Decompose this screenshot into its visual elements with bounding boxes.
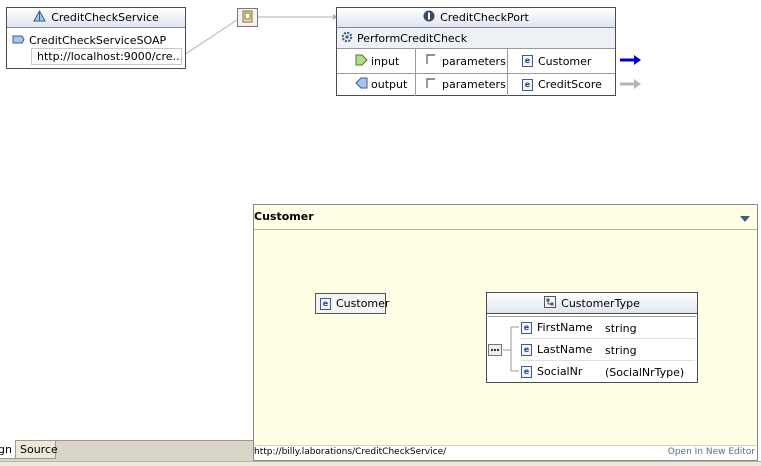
field-type: string	[605, 322, 637, 335]
interface-icon	[423, 10, 435, 25]
element-icon: e	[320, 297, 331, 310]
element-icon: e	[522, 55, 533, 67]
row-divider	[521, 338, 695, 339]
customer-type-title: CustomerType	[561, 296, 640, 310]
element-icon: e	[521, 365, 532, 378]
output-part-label: parameters	[442, 78, 506, 91]
service-header[interactable]: CreditCheckService	[7, 8, 185, 28]
row-divider	[521, 360, 695, 361]
element-icon: e	[521, 321, 532, 334]
sequence-icon[interactable]	[488, 344, 502, 356]
tab-design-label: gn	[0, 443, 12, 456]
part-icon	[426, 77, 436, 92]
service-address: http://localhost:9000/cre...	[37, 50, 182, 63]
field-name: SocialNr	[537, 365, 583, 378]
port-icon	[12, 34, 25, 47]
input-direction-cell[interactable]: input	[337, 49, 416, 73]
service-port-row[interactable]: CreditCheckServiceSOAP	[12, 32, 166, 48]
schema-namespace: http://billy.laborations/CreditCheckServ…	[254, 447, 447, 457]
output-direction-cell[interactable]: output	[337, 73, 416, 96]
input-part-cell[interactable]: parameters	[416, 49, 508, 73]
input-direction-label: input	[371, 54, 400, 68]
field-row[interactable]: e LastName	[521, 343, 592, 356]
tab-source-label: Source	[20, 443, 58, 456]
service-port-name: CreditCheckServiceSOAP	[29, 33, 167, 47]
input-part-label: parameters	[442, 54, 506, 68]
input-element-label: Customer	[538, 54, 592, 68]
field-type: (SocialNrType)	[605, 366, 685, 379]
customer-element-label: Customer	[336, 297, 390, 310]
element-icon: e	[521, 343, 532, 356]
output-part-cell[interactable]: parameters	[416, 73, 508, 96]
input-element-cell[interactable]: e Customer	[508, 49, 615, 73]
part-icon	[426, 54, 436, 68]
complex-type-icon	[544, 295, 557, 311]
output-link-arrow-icon[interactable]	[619, 78, 643, 90]
schema-panel-header[interactable]: Customer	[254, 205, 757, 230]
field-name: FirstName	[537, 321, 593, 334]
schema-panel-title: Customer	[254, 210, 314, 223]
customer-type-box[interactable]: CustomerType e FirstName string e LastNa…	[486, 292, 698, 383]
field-row[interactable]: e FirstName	[521, 321, 593, 334]
service-title: CreditCheckService	[51, 11, 159, 24]
schema-status-bar: http://billy.laborations/CreditCheckServ…	[254, 445, 757, 460]
binding-icon	[241, 10, 254, 26]
field-name: LastName	[537, 343, 593, 356]
operation-gear-icon	[341, 31, 353, 46]
service-address-field[interactable]: http://localhost:9000/cre...	[31, 48, 182, 65]
open-in-new-editor-link[interactable]: Open In New Editor	[668, 447, 755, 457]
output-element-label: CreditScore	[538, 78, 602, 91]
output-arrow-icon	[355, 77, 368, 92]
schema-panel[interactable]: Customer e Customer CustomerType e First…	[253, 204, 758, 461]
customer-element-node[interactable]: e Customer	[315, 293, 390, 314]
port-type-title: CreditCheckPort	[440, 11, 529, 24]
port-type-header[interactable]: CreditCheckPort	[337, 8, 615, 28]
output-message-row[interactable]: output parameters e CreditScore	[337, 73, 615, 96]
operation-name: PerformCreditCheck	[357, 31, 468, 45]
input-arrow-icon	[355, 54, 368, 69]
port-type-box[interactable]: CreditCheckPort PerformCreditCheck input…	[336, 7, 616, 96]
service-box[interactable]: CreditCheckService CreditCheckServiceSOA…	[6, 7, 186, 69]
input-message-row[interactable]: input parameters e Customer	[337, 49, 615, 74]
tab-source[interactable]: Source	[15, 440, 58, 459]
customer-type-header[interactable]: CustomerType	[487, 293, 697, 314]
binding-node[interactable]	[237, 8, 258, 27]
bottom-edge	[0, 461, 761, 466]
panel-collapse-chevron-icon[interactable]	[740, 213, 750, 226]
output-direction-label: output	[371, 78, 408, 91]
service-icon	[33, 9, 47, 25]
operation-row[interactable]: PerformCreditCheck	[337, 28, 615, 49]
element-icon: e	[522, 78, 533, 91]
field-type: string	[605, 344, 637, 357]
field-row[interactable]: e SocialNr	[521, 365, 582, 378]
output-element-cell[interactable]: e CreditScore	[508, 73, 615, 96]
input-link-arrow-icon[interactable]	[619, 54, 643, 66]
